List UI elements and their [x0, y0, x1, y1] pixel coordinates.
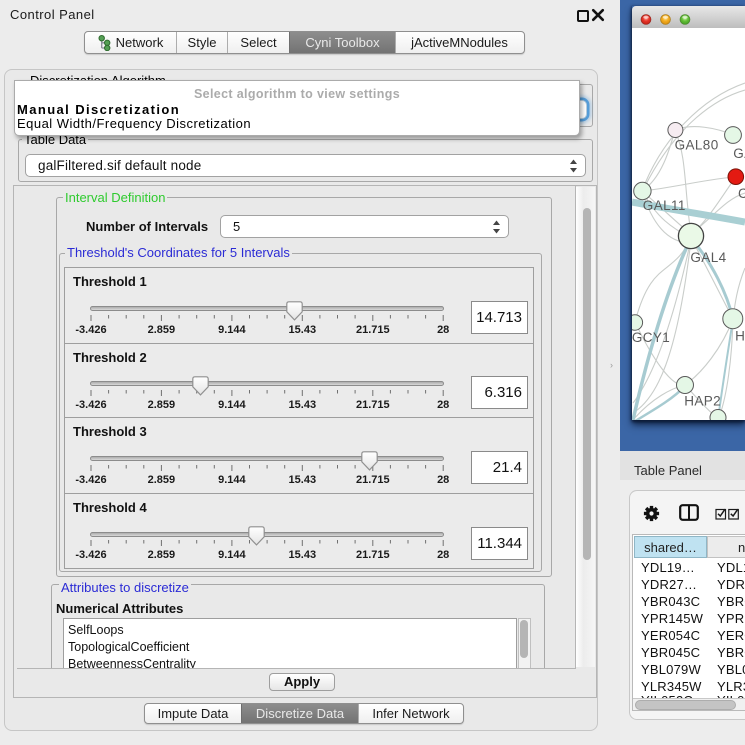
svg-text:HAP2: HAP2	[684, 394, 721, 409]
svg-text:GCY1: GCY1	[632, 330, 670, 345]
svg-text:GAL4: GAL4	[690, 250, 726, 265]
svg-text:GA: GA	[733, 146, 745, 161]
svg-text:C: C	[738, 186, 745, 201]
svg-text:GAL80: GAL80	[675, 138, 719, 153]
svg-text:H: H	[735, 329, 745, 344]
svg-text:GAL11: GAL11	[643, 198, 686, 213]
